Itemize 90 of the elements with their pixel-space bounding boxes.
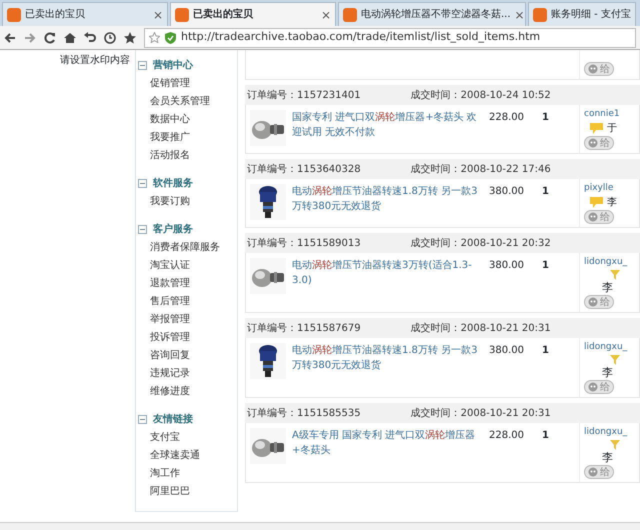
- quantity-text: 1: [542, 429, 549, 443]
- sidebar-link[interactable]: 活动报名: [136, 147, 237, 165]
- close-button[interactable]: ×: [514, 6, 525, 24]
- order-time: 成交时间：2008-10-22 17:46: [410, 162, 551, 176]
- price-text: 380.00: [488, 185, 524, 199]
- price-text: 228.00: [488, 429, 524, 443]
- order-number: 订单编号：1151585535: [247, 406, 361, 420]
- collapse-icon[interactable]: [138, 225, 147, 234]
- buyer-link[interactable]: pixylle: [584, 182, 617, 195]
- tab[interactable]: 账务明细 - 支付宝: [528, 2, 636, 26]
- collapse-icon[interactable]: [138, 179, 147, 188]
- buyer-name: 李: [601, 366, 614, 379]
- memo-text: 于: [607, 122, 617, 135]
- chat-icon: [588, 64, 598, 74]
- chat-icon: [588, 138, 598, 148]
- tab[interactable]: 电动涡轮增压器不带空滤器冬菇... ×: [338, 2, 526, 26]
- buyer-link[interactable]: lidongxu_: [584, 426, 628, 439]
- order-time: 成交时间：2008-10-21 20:31: [410, 322, 551, 336]
- product-title-link[interactable]: 电动涡轮增压节油器转速3万转(适合1.3-3.0): [292, 258, 482, 308]
- sidebar-link[interactable]: 我要推广: [136, 129, 237, 147]
- watermark-text: 请设置水印内容: [60, 54, 130, 68]
- tab[interactable]: 已卖出的宝贝 ×: [2, 2, 168, 26]
- product-title-link[interactable]: 电动涡轮增压节油器转速1.8万转 另一款3万转380元无效退货: [292, 184, 482, 223]
- bookmark-star-icon[interactable]: [124, 32, 136, 44]
- chat-icon: [588, 382, 598, 392]
- sidebar-link[interactable]: 咨询回复: [136, 347, 237, 365]
- quantity-text: 1: [542, 259, 549, 273]
- shop-logo-icon: [7, 8, 21, 22]
- chat-icon: [588, 212, 598, 222]
- memo-text: 李: [607, 196, 617, 209]
- quantity-text: 1: [542, 111, 549, 125]
- order-number: 订单编号：1153640328: [247, 162, 361, 176]
- buyer-link[interactable]: lidongxu_: [584, 341, 628, 354]
- section-heading: 友情链接: [153, 412, 193, 427]
- collapse-icon[interactable]: [138, 61, 147, 70]
- close-button[interactable]: ×: [152, 6, 163, 24]
- shop-logo-icon: [343, 8, 357, 22]
- address-bar[interactable]: http://tradearchive.taobao.com/trade/itemlist/list_sold_items.htm: [144, 28, 636, 48]
- section-heading: 营销中心: [153, 58, 193, 73]
- quantity-text: 1: [542, 344, 549, 358]
- quantity-text: 1: [542, 185, 549, 199]
- reload-icon[interactable]: [44, 32, 56, 44]
- shop-logo-icon: [533, 8, 547, 22]
- sidebar-link[interactable]: 阿里巴巴: [136, 483, 237, 501]
- buyer-link[interactable]: connie1: [584, 108, 620, 121]
- tab[interactable]: 已卖出的宝贝 ×: [170, 2, 336, 26]
- chat-icon: [588, 467, 598, 477]
- undo-icon[interactable]: [84, 32, 96, 44]
- star-icon[interactable]: [149, 32, 160, 43]
- sidebar-link[interactable]: 支付宝: [136, 429, 237, 447]
- sidebar-link[interactable]: 淘宝认证: [136, 257, 237, 275]
- sidebar-link[interactable]: 我要订购: [136, 193, 237, 211]
- section-heading: 客户服务: [153, 222, 193, 237]
- order-number: 订单编号：1157231401: [247, 88, 361, 102]
- price-text: 228.00: [488, 111, 524, 125]
- shield-icon: [165, 32, 176, 44]
- product-title-link[interactable]: 电动涡轮增压节油器转速1.8万转 另一款3万转380元无效退货: [292, 343, 482, 393]
- shop-logo-icon: [175, 8, 189, 22]
- product-title-link[interactable]: 国家专利 进气口双涡轮增压器+冬菇头 欢迎试用 无效不付款: [292, 110, 482, 149]
- sidebar-link[interactable]: 举报管理: [136, 311, 237, 329]
- sidebar-link[interactable]: 售后管理: [136, 293, 237, 311]
- history-icon[interactable]: [104, 32, 116, 44]
- sidebar-link[interactable]: 全球速卖通: [136, 447, 237, 465]
- order-number: 订单编号：1151589013: [247, 236, 361, 250]
- order-number: 订单编号：1151587679: [247, 322, 361, 336]
- product-title-link[interactable]: A级车专用 国家专利 进气口双涡轮增压器+冬菇头: [292, 428, 482, 478]
- sidebar-link[interactable]: 消费者保障服务: [136, 239, 237, 257]
- sidebar-link[interactable]: 促销管理: [136, 75, 237, 93]
- price-text: 380.00: [488, 259, 524, 273]
- buyer-name: 李: [601, 281, 614, 294]
- collapse-icon[interactable]: [138, 415, 147, 424]
- forward-icon[interactable]: [24, 32, 36, 44]
- sidebar-link[interactable]: 退款管理: [136, 275, 237, 293]
- sidebar-link[interactable]: 会员关系管理: [136, 93, 237, 111]
- sidebar-link[interactable]: 数据中心: [136, 111, 237, 129]
- sidebar-link[interactable]: 投诉管理: [136, 329, 237, 347]
- section-heading: 软件服务: [153, 176, 193, 191]
- sidebar-link[interactable]: 维修进度: [136, 383, 237, 401]
- sidebar-link[interactable]: 淘工作: [136, 465, 237, 483]
- price-text: 380.00: [488, 344, 524, 358]
- order-time: 成交时间：2008-10-24 10:52: [410, 88, 551, 102]
- chat-icon: [588, 297, 598, 307]
- buyer-link[interactable]: lidongxu_: [584, 256, 628, 269]
- order-time: 成交时间：2008-10-21 20:31: [410, 406, 551, 420]
- buyer-name: 李: [601, 451, 614, 464]
- order-time: 成交时间：2008-10-21 20:32: [410, 236, 551, 250]
- sidebar-link[interactable]: 违规记录: [136, 365, 237, 383]
- home-icon[interactable]: [64, 32, 76, 44]
- close-button[interactable]: ×: [320, 6, 331, 24]
- back-icon[interactable]: [4, 32, 16, 44]
